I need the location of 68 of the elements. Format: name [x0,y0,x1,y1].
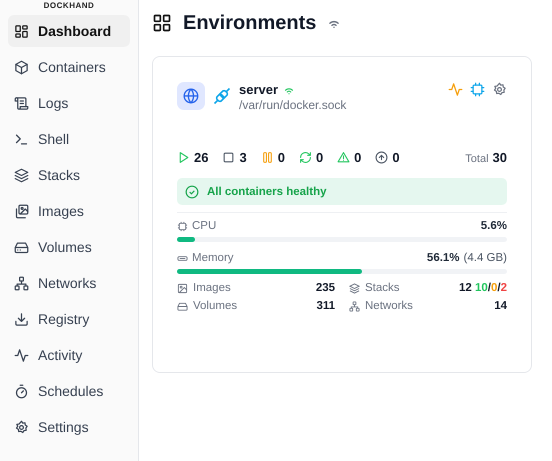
timer-icon [14,384,29,398]
count-value: 26 [194,150,208,165]
arrow-up-circle-icon [375,151,388,164]
resource-label: Volumes [193,300,238,312]
metric-label: CPU [192,220,216,232]
cpu-icon [177,220,188,232]
socket-path: /var/run/docker.sock [239,98,346,112]
environment-name: server [239,82,278,97]
brand-logo-text: DOCKHAND [42,1,96,12]
metric-reading: 5.6% [480,220,507,232]
metric-detail: (4.4 GB) [464,252,507,264]
metric-reading: 56.1% [426,252,460,264]
total-value: 30 [492,150,507,165]
warning-icon [337,151,350,164]
cpu-icon[interactable] [470,82,485,97]
sidebar-item[interactable]: Registry [8,303,130,335]
plug-icon [212,86,232,106]
square-icon [222,151,236,164]
settings-icon[interactable] [492,82,507,97]
count-value: 0 [278,150,285,165]
layers-icon [349,282,360,294]
sidebar-item[interactable]: Settings [8,411,130,443]
drive-icon [14,240,29,254]
sidebar-item[interactable]: Networks [8,267,130,299]
terminal-icon [14,132,29,146]
resource-label: Stacks [365,282,400,294]
sidebar-item[interactable]: Volumes [8,231,130,263]
sidebar-item[interactable]: Activity [8,339,130,371]
network-icon [14,276,29,290]
check-circle-icon [185,184,199,198]
pulse-icon [14,348,29,362]
sidebar-item[interactable]: Stacks [8,159,130,191]
grid-icon [152,13,172,33]
page-title: Environments [183,12,316,34]
sidebar-item[interactable]: Dashboard [8,15,130,47]
sidebar-item[interactable]: Schedules [8,375,130,407]
count-value: 0 [316,150,324,165]
sidebar-item[interactable]: Logs [8,87,130,119]
layers-icon [14,168,29,182]
resource-label: Networks [365,300,413,312]
sidebar-item[interactable]: Shell [8,123,130,155]
scroll-icon [14,96,29,110]
pause-icon [260,151,274,164]
image-icon [177,282,188,294]
resource-count: 14 [494,300,507,312]
play-icon [177,151,190,164]
resource-count: 12 10/0/2 [458,282,507,294]
gear-icon [14,420,29,434]
drive-icon [177,300,188,312]
health-message: All containers healthy [207,186,327,198]
metric-label: Memory [192,252,234,264]
network-icon [349,300,360,312]
download-icon [14,312,29,326]
resource-count: 235 [316,282,335,294]
dashboard-icon [14,24,29,38]
pulse-icon[interactable] [448,82,463,97]
sidebar-item[interactable]: Containers [8,51,130,83]
resource-label: Images [193,282,231,294]
cube-icon [14,60,29,74]
image-icon [14,204,29,218]
total-label: Total [465,153,489,165]
count-value: 3 [239,150,247,165]
globe-icon [177,82,205,110]
refresh-icon [298,151,312,164]
count-value: 0 [392,150,400,165]
sidebar-item[interactable]: Images [8,195,130,227]
count-value: 0 [354,150,362,165]
resource-count: 311 [316,300,335,312]
